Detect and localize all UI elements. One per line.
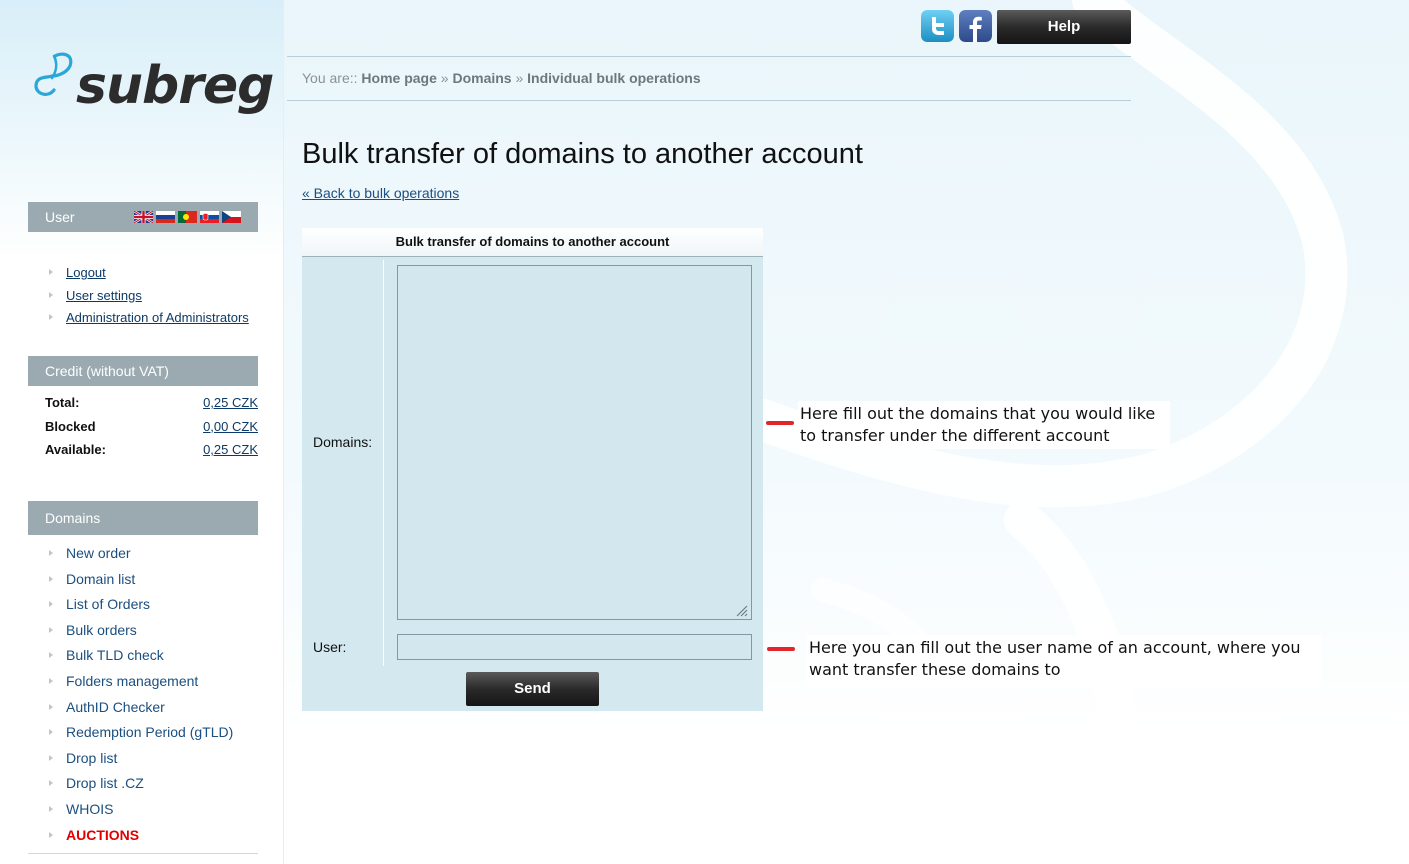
butterfly-icon — [34, 52, 73, 96]
user-label: User: — [313, 639, 347, 655]
credit-blocked-value[interactable]: 0,00 CZK — [203, 419, 258, 443]
breadcrumb-current: Individual bulk operations — [527, 70, 701, 86]
user-box-title: User — [45, 209, 75, 225]
sidebar-item-drop-list: Drop list — [48, 750, 233, 776]
user-input[interactable] — [397, 634, 752, 660]
form-header: Bulk transfer of domains to another acco… — [302, 228, 763, 257]
list-of-orders-link[interactable]: List of Orders — [66, 596, 150, 612]
list-item: User settings — [48, 287, 249, 310]
sidebar-divider — [28, 853, 258, 854]
bulk-tld-check-link[interactable]: Bulk TLD check — [66, 647, 164, 663]
credit-label: Available: — [45, 442, 106, 457]
breadcrumb-separator: » — [440, 70, 449, 86]
flag-cz-icon[interactable] — [222, 211, 241, 223]
annotation-marker — [767, 647, 795, 651]
breadcrumb-domains-label: Domains — [452, 70, 512, 86]
breadcrumb-divider — [287, 100, 1131, 101]
breadcrumb: You are:: Home page » Domains » Individu… — [302, 70, 701, 86]
bulk-orders-link[interactable]: Bulk orders — [66, 622, 137, 638]
sidebar-item-folders-management: Folders management — [48, 673, 233, 699]
breadcrumb-domains[interactable]: Domains — [452, 70, 511, 86]
domains-label: Domains: — [313, 434, 373, 450]
redemption-period-link[interactable]: Redemption Period (gTLD) — [66, 724, 233, 740]
sidebar-item-redemption-period: Redemption Period (gTLD) — [48, 724, 233, 750]
flag-sk-icon[interactable] — [200, 211, 219, 223]
breadcrumb-separator: » — [515, 70, 524, 86]
breadcrumb-home-label: Home page — [361, 70, 437, 86]
credit-table: Total: 0,25 CZK Blocked 0,00 CZK Availab… — [45, 395, 258, 466]
logo-text: subreg — [76, 56, 274, 116]
flag-pt-icon[interactable] — [178, 211, 197, 223]
sidebar-item-authid-checker: AuthID Checker — [48, 699, 233, 725]
domains-box-title: Domains — [45, 510, 101, 526]
subreg-logo[interactable]: subreg — [32, 52, 274, 132]
domains-box-header: Domains — [28, 501, 258, 535]
credit-total-value[interactable]: 0,25 CZK — [203, 395, 258, 419]
sidebar-item-list-of-orders: List of Orders — [48, 596, 233, 622]
drop-list-link[interactable]: Drop list — [66, 750, 117, 766]
list-item: Logout — [48, 264, 249, 287]
form-column-divider — [383, 260, 384, 666]
user-settings-link[interactable]: User settings — [66, 288, 142, 303]
auctions-link[interactable]: AUCTIONS — [66, 827, 139, 843]
bulk-transfer-form: Bulk transfer of domains to another acco… — [302, 228, 763, 711]
page-title: Bulk transfer of domains to another acco… — [302, 138, 863, 170]
domains-textarea[interactable] — [397, 265, 752, 620]
credit-box-title: Credit (without VAT) — [45, 363, 169, 379]
credit-available-value[interactable]: 0,25 CZK — [203, 442, 258, 466]
credit-row-available: Available: 0,25 CZK — [45, 442, 258, 466]
help-button[interactable]: Help — [997, 10, 1131, 44]
facebook-icon[interactable] — [959, 10, 992, 42]
domains-menu: New order Domain list List of Orders Bul… — [48, 545, 233, 852]
header-divider — [287, 56, 1131, 57]
sidebar-item-whois: WHOIS — [48, 801, 233, 827]
sidebar-item-drop-list-cz: Drop list .CZ — [48, 775, 233, 801]
drop-list-cz-link[interactable]: Drop list .CZ — [66, 775, 144, 791]
credit-box-header: Credit (without VAT) — [28, 356, 258, 386]
sidebar-item-bulk-orders: Bulk orders — [48, 622, 233, 648]
folders-management-link[interactable]: Folders management — [66, 673, 198, 689]
authid-checker-link[interactable]: AuthID Checker — [66, 699, 165, 715]
sidebar-item-auctions: AUCTIONS — [48, 827, 233, 853]
flag-ru-icon[interactable] — [156, 211, 175, 223]
back-to-bulk-operations-link[interactable]: « Back to bulk operations — [302, 185, 459, 201]
breadcrumb-prefix: You are:: — [302, 70, 358, 86]
credit-row-blocked: Blocked 0,00 CZK — [45, 419, 258, 443]
sidebar: subreg User Logout User settings Adminis… — [0, 0, 284, 864]
credit-label: Total: — [45, 395, 80, 410]
credit-label: Blocked — [45, 418, 96, 434]
domains-annotation: Here fill out the domains that you would… — [798, 401, 1170, 449]
user-links: Logout User settings Administration of A… — [48, 264, 249, 332]
new-order-link[interactable]: New order — [66, 545, 131, 561]
sidebar-item-bulk-tld-check: Bulk TLD check — [48, 647, 233, 673]
annotation-marker — [766, 421, 794, 425]
breadcrumb-home[interactable]: Home page — [361, 70, 436, 86]
send-button[interactable]: Send — [466, 672, 599, 706]
administration-link[interactable]: Administration of Administrators — [66, 310, 249, 325]
user-box-header: User — [28, 202, 258, 232]
logout-link[interactable]: Logout — [66, 265, 106, 280]
domain-list-link[interactable]: Domain list — [66, 571, 135, 587]
twitter-icon[interactable] — [921, 10, 954, 42]
whois-link[interactable]: WHOIS — [66, 801, 113, 817]
sidebar-item-new-order: New order — [48, 545, 233, 571]
sidebar-item-domain-list: Domain list — [48, 571, 233, 597]
user-annotation: Here you can fill out the user name of a… — [807, 635, 1321, 687]
credit-row-total: Total: 0,25 CZK — [45, 395, 258, 419]
flag-en-icon[interactable] — [134, 211, 153, 223]
list-item: Administration of Administrators — [48, 309, 249, 332]
language-flags — [134, 211, 241, 223]
